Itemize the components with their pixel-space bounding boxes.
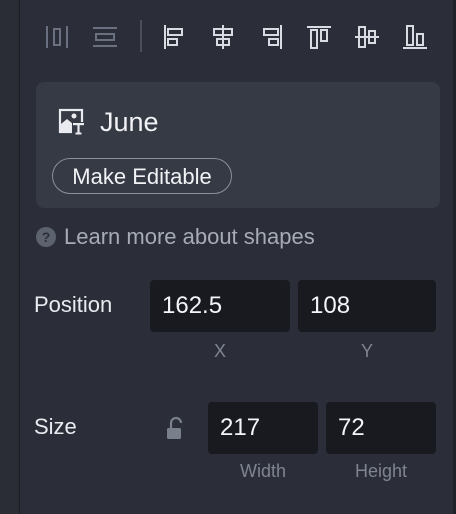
element-name: June xyxy=(100,107,159,137)
left-panel-edge xyxy=(0,0,20,514)
align-center-horizontal-icon[interactable] xyxy=(204,18,242,56)
properties-panel: June Make Editable ? Learn more about sh… xyxy=(20,0,453,514)
align-top-icon[interactable] xyxy=(300,18,338,56)
position-x-caption: X xyxy=(213,341,226,361)
position-x-input[interactable] xyxy=(150,280,290,332)
image-text-icon xyxy=(58,108,85,135)
distribute-horizontal-icon[interactable] xyxy=(38,18,76,56)
make-editable-button[interactable]: Make Editable xyxy=(52,158,232,194)
align-bottom-icon[interactable] xyxy=(396,18,434,56)
size-height-input[interactable] xyxy=(326,402,436,454)
size-width-input[interactable] xyxy=(208,402,318,454)
toolbar-divider xyxy=(140,20,142,52)
unlocked-icon[interactable] xyxy=(164,416,188,442)
element-card: June Make Editable xyxy=(36,82,440,208)
alignment-toolbar xyxy=(20,0,453,74)
size-width-caption: Width xyxy=(239,461,286,481)
align-middle-vertical-icon[interactable] xyxy=(348,18,386,56)
align-left-icon[interactable] xyxy=(156,18,194,56)
position-label: Position xyxy=(34,292,113,317)
learn-more-link[interactable]: ? Learn more about shapes xyxy=(36,224,315,250)
align-right-icon[interactable] xyxy=(252,18,290,56)
size-label: Size xyxy=(34,414,77,439)
help-icon: ? xyxy=(36,227,56,247)
learn-more-label: Learn more about shapes xyxy=(64,224,315,249)
position-y-caption: Y xyxy=(360,341,373,361)
distribute-vertical-icon[interactable] xyxy=(86,18,124,56)
size-height-caption: Height xyxy=(354,461,408,481)
position-y-input[interactable] xyxy=(298,280,436,332)
